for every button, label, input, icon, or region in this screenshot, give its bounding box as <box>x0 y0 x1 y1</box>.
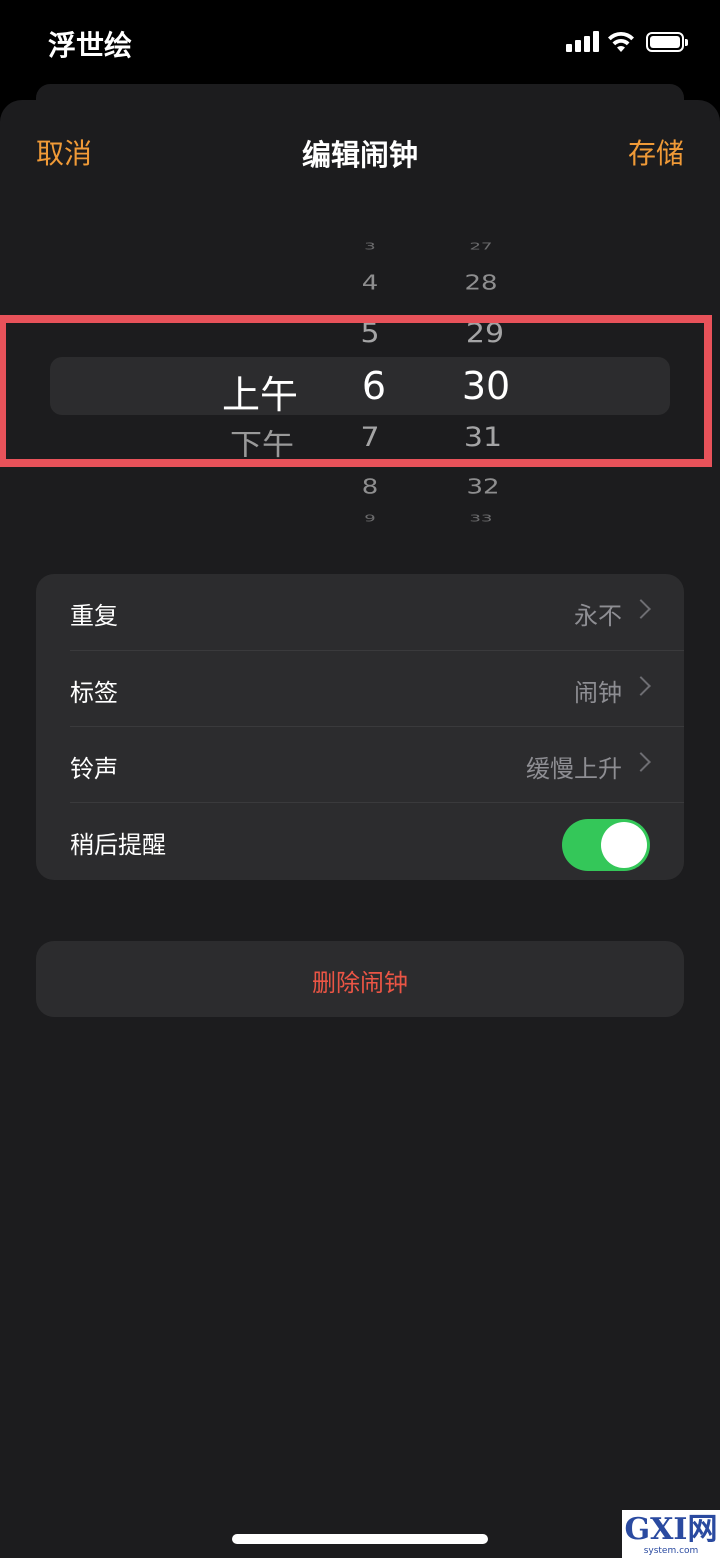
snooze-label: 稍后提醒 <box>70 831 166 859</box>
save-button[interactable]: 存储 <box>628 132 684 172</box>
battery-icon <box>646 32 688 52</box>
repeat-row[interactable]: 重复 永不 <box>36 574 684 650</box>
sound-row[interactable]: 铃声 缓慢上升 <box>36 727 684 803</box>
label-row[interactable]: 标签 闹钟 <box>36 651 684 727</box>
sound-label: 铃声 <box>70 755 118 783</box>
snooze-toggle[interactable] <box>562 819 650 871</box>
signal-icon <box>566 30 602 52</box>
minute-above-2[interactable]: 28 <box>446 271 516 295</box>
carrier-label: 浮世绘 <box>48 29 133 62</box>
toggle-knob <box>601 822 647 868</box>
delete-alarm-label: 删除闹钟 <box>312 969 408 997</box>
status-bar: 浮世绘 <box>0 0 720 90</box>
home-indicator[interactable] <box>232 1534 488 1544</box>
repeat-label: 重复 <box>70 602 118 630</box>
wifi-icon <box>608 31 634 52</box>
chevron-right-icon <box>631 752 651 772</box>
hour-below-2[interactable]: 8 <box>340 475 400 499</box>
page-title: 编辑闹钟 <box>301 138 418 172</box>
chevron-right-icon <box>631 599 651 619</box>
alarm-settings-card: 重复 永不 标签 闹钟 铃声 缓慢上升 稍后提醒 <box>36 574 684 880</box>
repeat-value: 永不 <box>574 602 622 630</box>
watermark-subtext: system.com <box>643 1546 699 1556</box>
delete-alarm-button[interactable]: 删除闹钟 <box>36 941 684 1017</box>
label-value: 闹钟 <box>574 679 622 707</box>
minute-above-1[interactable]: 27 <box>446 241 516 253</box>
hour-above-1[interactable]: 3 <box>340 241 400 253</box>
snooze-row: 稍后提醒 <box>36 803 684 879</box>
minute-below-3[interactable]: 33 <box>446 513 516 525</box>
watermark-logo: GXI网 system.com <box>622 1510 720 1558</box>
label-label: 标签 <box>70 679 118 707</box>
chevron-right-icon <box>631 676 651 696</box>
hour-above-2[interactable]: 4 <box>340 271 400 295</box>
sound-value: 缓慢上升 <box>526 755 622 783</box>
highlight-annotation-box <box>0 315 712 467</box>
minute-below-2[interactable]: 32 <box>446 475 520 499</box>
watermark-text: GXI网 <box>624 1512 718 1547</box>
hour-below-3[interactable]: 9 <box>340 513 400 525</box>
